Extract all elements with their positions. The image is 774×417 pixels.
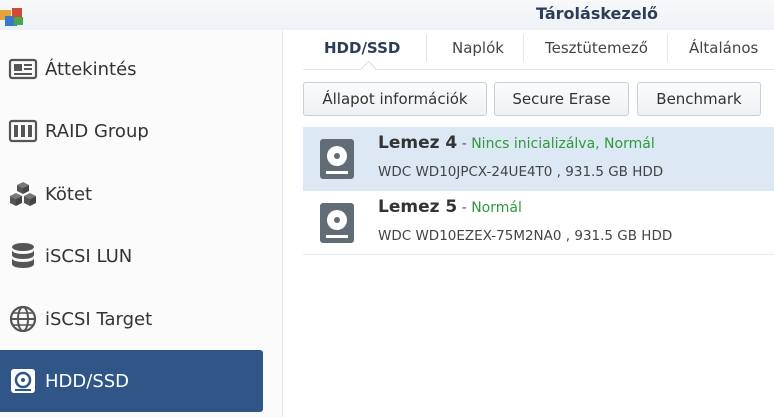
benchmark-button[interactable]: Benchmark bbox=[637, 82, 761, 116]
raid-group-icon bbox=[8, 119, 38, 143]
disk-details: WDC WD10JPCX-24UE4T0 , 931.5 GB HDD bbox=[378, 164, 664, 180]
disk-title: Lemez 4 - Nincs inicializálva, Normál bbox=[378, 133, 655, 153]
sidebar-item-iscsi-lun[interactable]: iSCSI LUN bbox=[0, 225, 263, 287]
tab-hdd-ssd[interactable]: HDD/SSD bbox=[324, 39, 400, 57]
database-icon bbox=[12, 243, 34, 268]
sidebar-item-label: Áttekintés bbox=[45, 58, 137, 80]
disk-separator: - bbox=[457, 200, 472, 216]
disk-status: Nincs inicializálva, Normál bbox=[471, 136, 655, 152]
tab-bar: HDD/SSD Naplók Tesztütemező Általános bbox=[303, 30, 774, 77]
sidebar-item-overview[interactable]: Áttekintés bbox=[0, 38, 263, 100]
sidebar-item-label: iSCSI Target bbox=[45, 308, 153, 330]
disk-name: Lemez 4 bbox=[378, 133, 458, 153]
window-title: Tároláskezelő bbox=[536, 4, 659, 23]
secure-erase-button[interactable]: Secure Erase bbox=[494, 82, 629, 116]
sidebar-item-iscsi-target[interactable]: iSCSI Target bbox=[0, 288, 263, 350]
disk-row-lemez-5[interactable]: Lemez 5 - Normál WDC WD10EZEX-75M2NA0 , … bbox=[303, 191, 774, 255]
tab-general[interactable]: Általános bbox=[689, 39, 758, 57]
disk-title: Lemez 5 - Normál bbox=[378, 197, 522, 217]
hdd-icon bbox=[320, 203, 354, 243]
tab-divider bbox=[426, 34, 427, 62]
sidebar-item-hdd-ssd[interactable]: HDD/SSD bbox=[0, 350, 263, 412]
volume-cubes-icon bbox=[10, 182, 36, 206]
tab-logs[interactable]: Naplók bbox=[452, 39, 504, 57]
hdd-icon bbox=[11, 369, 35, 393]
app-icon bbox=[0, 8, 23, 26]
sidebar-item-volume[interactable]: Kötet bbox=[0, 163, 263, 225]
hdd-icon bbox=[320, 139, 354, 179]
overview-card-icon bbox=[8, 58, 38, 80]
sidebar-item-label: Kötet bbox=[45, 183, 93, 205]
disk-status: Normál bbox=[471, 200, 522, 216]
tab-divider bbox=[667, 34, 668, 62]
disk-details: WDC WD10EZEX-75M2NA0 , 931.5 GB HDD bbox=[378, 228, 673, 244]
sidebar-item-label: iSCSI LUN bbox=[45, 245, 133, 267]
sidebar-item-label: HDD/SSD bbox=[45, 370, 130, 392]
sidebar-item-raid-group[interactable]: RAID Group bbox=[0, 100, 263, 162]
globe-icon bbox=[9, 305, 37, 333]
disk-separator: - bbox=[457, 136, 472, 152]
sidebar-item-label: RAID Group bbox=[45, 120, 149, 142]
list-divider bbox=[303, 254, 774, 255]
tab-test-scheduler[interactable]: Tesztütemező bbox=[545, 39, 648, 57]
disk-row-lemez-4[interactable]: Lemez 4 - Nincs inicializálva, Normál WD… bbox=[303, 127, 774, 191]
disk-name: Lemez 5 bbox=[378, 197, 458, 217]
sidebar: Áttekintés RAID Group Kötet iSCSI LUN iS… bbox=[0, 30, 283, 417]
status-info-button[interactable]: Állapot információk bbox=[303, 82, 487, 116]
active-tab-indicator bbox=[360, 60, 377, 77]
title-bar: Tároláskezelő bbox=[0, 0, 774, 30]
tab-divider bbox=[523, 34, 524, 62]
